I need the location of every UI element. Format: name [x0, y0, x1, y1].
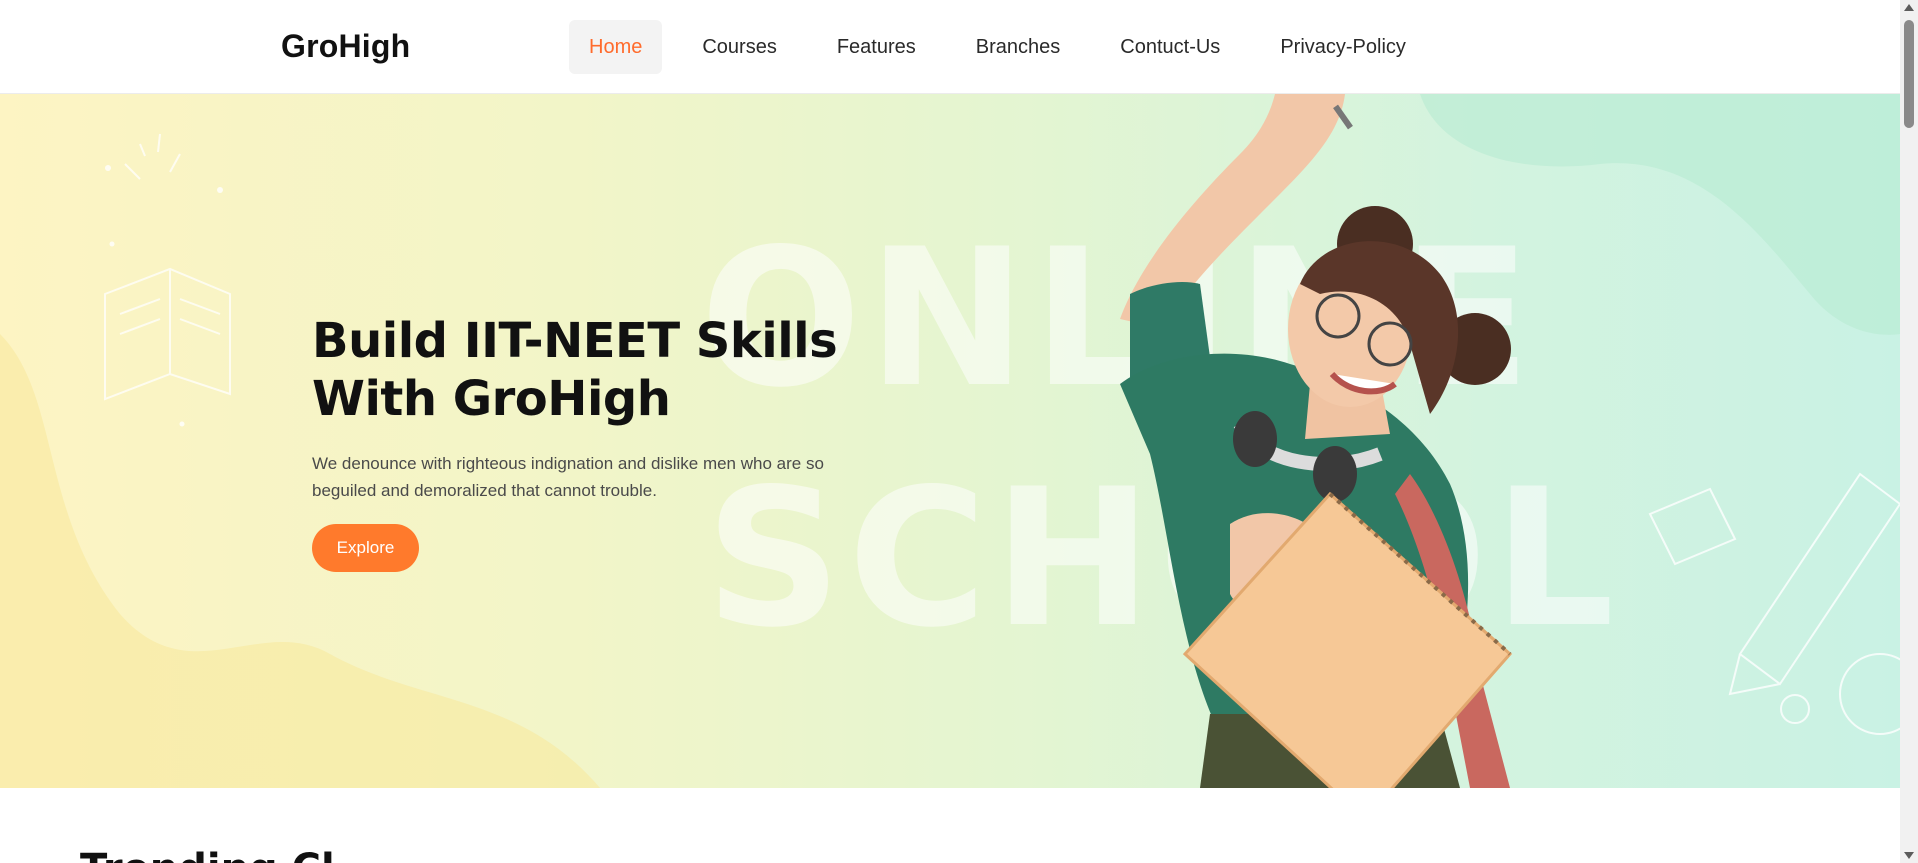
nav-item-branches[interactable]: Branches [956, 20, 1081, 74]
hero-background: ONLINE SCHOOL [0, 94, 1900, 788]
student-illustration [1120, 94, 1513, 788]
nav-item-features[interactable]: Features [817, 20, 936, 74]
scroll-down-arrow-icon[interactable] [1904, 852, 1914, 859]
hero-description: We denounce with righteous indignation a… [312, 454, 824, 500]
explore-button[interactable]: Explore [312, 524, 419, 572]
hero-section: ONLINE SCHOOL Build IIT-NEET Skills With… [0, 94, 1900, 788]
site-logo[interactable]: GroHigh [281, 28, 410, 65]
scroll-up-arrow-icon[interactable] [1904, 4, 1914, 11]
section-heading: Trending Cl [80, 845, 335, 863]
scrollbar-thumb[interactable] [1904, 20, 1914, 128]
nav-item-home[interactable]: Home [569, 20, 663, 74]
nav-item-privacy-policy[interactable]: Privacy-Policy [1260, 20, 1426, 74]
nav-item-contact-us[interactable]: Contuct-Us [1100, 20, 1240, 74]
hero-title-line-2: With GroHigh [312, 371, 671, 427]
sparkle-icon [105, 165, 223, 427]
hero-title-line-1: Build IIT-NEET Skills [312, 313, 838, 369]
page: GroHigh Home Courses Features Branches C… [0, 0, 1918, 863]
main-nav: Home Courses Features Branches Contuct-U… [569, 20, 1446, 74]
book-doodle-icon [104, 133, 231, 401]
vertical-scrollbar[interactable] [1900, 0, 1918, 863]
hero-title: Build IIT-NEET Skills With GroHigh [312, 312, 872, 428]
pencil-doodle-icon [1648, 472, 1900, 735]
nav-item-courses[interactable]: Courses [682, 20, 796, 74]
site-header: GroHigh Home Courses Features Branches C… [0, 0, 1900, 94]
